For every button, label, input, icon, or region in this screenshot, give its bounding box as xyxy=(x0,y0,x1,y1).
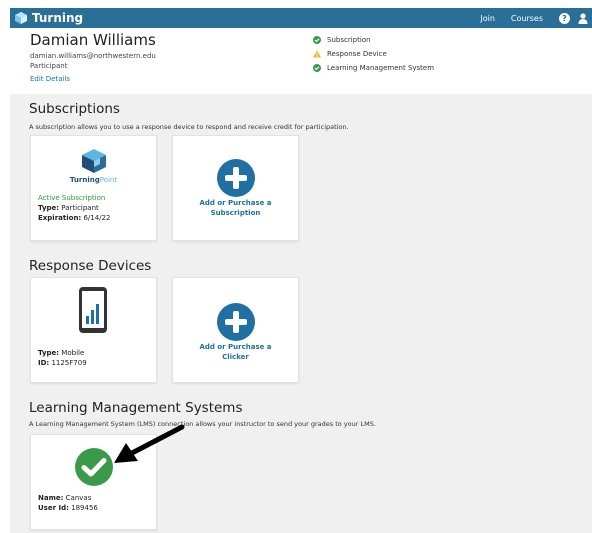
status-response-device: Response Device xyxy=(313,47,434,61)
status-label: Subscription xyxy=(327,36,371,44)
turningpoint-logo-icon xyxy=(82,149,106,173)
top-nav-bar: Turning Join Courses ? xyxy=(10,8,592,28)
subscription-expiration: Expiration: 6/14/22 xyxy=(38,214,111,222)
subscriptions-heading: Subscriptions xyxy=(29,101,120,117)
lms-heading: Learning Management Systems xyxy=(29,400,243,416)
join-link[interactable]: Join xyxy=(480,14,495,23)
subscriptions-description: A subscription allows you to use a respo… xyxy=(29,123,349,131)
plus-circle-icon xyxy=(217,303,255,341)
subscription-card[interactable]: TurningPoint Active Subscription Type: P… xyxy=(30,135,157,241)
subscription-status: Active Subscription xyxy=(38,194,106,202)
add-clicker-label: Add or Purchase a Clicker xyxy=(199,343,272,361)
response-devices-heading: Response Devices xyxy=(29,258,152,274)
status-label: Learning Management System xyxy=(327,64,435,72)
add-subscription-card[interactable]: Add or Purchase a Subscription xyxy=(172,135,299,241)
annotation-arrow-icon xyxy=(114,424,185,463)
brand-logo[interactable]: Turning xyxy=(14,11,83,25)
user-name: Damian Williams xyxy=(30,31,156,49)
courses-link[interactable]: Courses xyxy=(511,14,543,23)
subscription-type: Type: Participant xyxy=(38,204,99,212)
main-content: Subscriptions A subscription allows you … xyxy=(10,94,592,533)
user-icon[interactable] xyxy=(578,12,588,24)
lms-name: Name: Canvas xyxy=(38,494,92,502)
mobile-phone-icon xyxy=(79,287,107,333)
status-label: Response Device xyxy=(327,50,387,58)
check-circle-icon xyxy=(313,64,321,72)
add-clicker-card[interactable]: Add or Purchase a Clicker xyxy=(172,277,299,383)
response-device-card[interactable]: Type: Mobile ID: 1125F709 xyxy=(30,277,157,383)
user-email: damian.williams@northwestern.edu xyxy=(30,52,156,60)
help-icon[interactable]: ? xyxy=(559,12,570,24)
status-subscription: Subscription xyxy=(313,33,434,47)
brand-name: Turning xyxy=(32,11,84,25)
account-status-list: Subscription Response Device Learning Ma… xyxy=(313,33,434,75)
profile-header: Damian Williams damian.williams@northwes… xyxy=(10,28,592,94)
user-role: Participant xyxy=(30,62,68,70)
device-type: Type: Mobile xyxy=(38,349,85,357)
turning-cube-icon xyxy=(15,12,27,24)
edit-details-link[interactable]: Edit Details xyxy=(30,75,70,83)
lms-user-id: User Id: 189456 xyxy=(38,504,98,512)
device-id: ID: 1125F709 xyxy=(38,359,87,367)
warning-triangle-icon xyxy=(313,50,321,58)
add-subscription-label: Add or Purchase a Subscription xyxy=(199,199,272,217)
status-lms: Learning Management System xyxy=(313,61,434,75)
lms-description: A Learning Management System (LMS) conne… xyxy=(29,420,376,428)
turningpoint-wordmark: TurningPoint xyxy=(69,176,118,184)
plus-circle-icon xyxy=(217,159,255,197)
check-circle-icon xyxy=(313,36,321,44)
check-circle-icon xyxy=(75,448,113,486)
